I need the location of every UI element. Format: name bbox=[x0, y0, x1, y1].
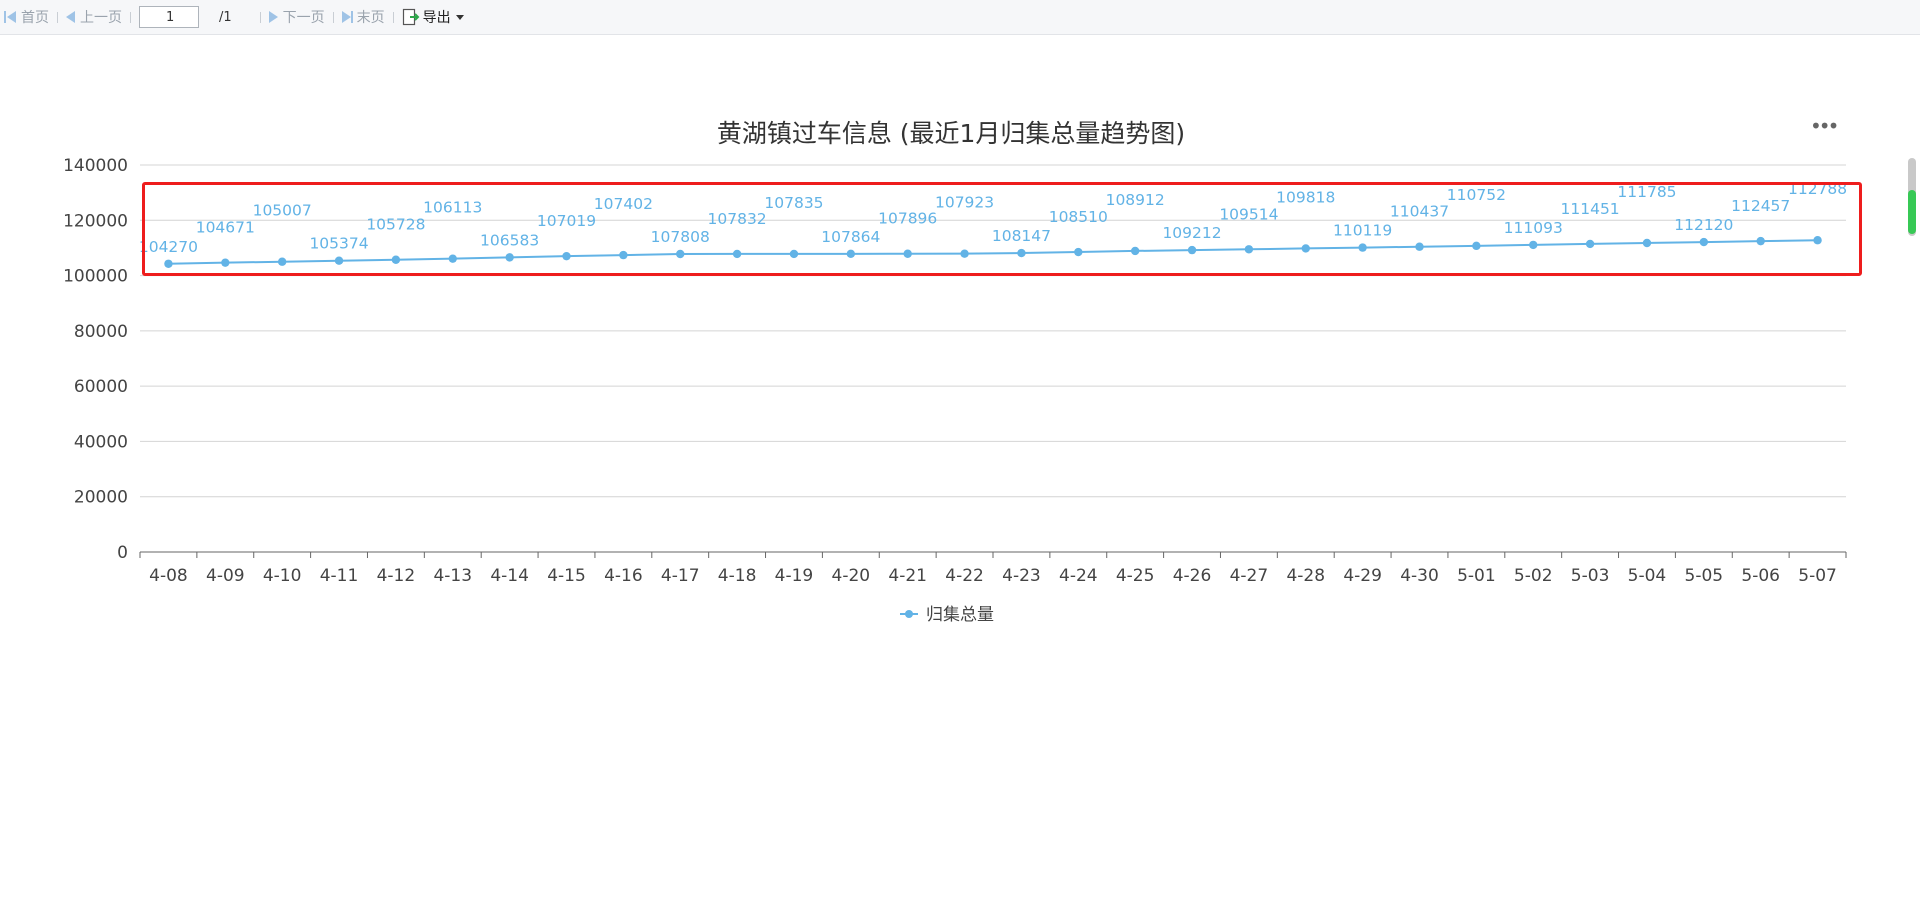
x-axis: 4-08 4-09 4-10 4-11 4-12 4-13 4-14 4-15 4-16 4-17… bbox=[139, 552, 1847, 586]
x-tick-label: 4-18 bbox=[718, 566, 757, 586]
y-tick-label: 140000 bbox=[63, 156, 128, 176]
x-tick-label: 5-07 bbox=[1798, 566, 1837, 586]
y-tick-label: 80000 bbox=[74, 322, 128, 342]
x-tick-label: 5-03 bbox=[1571, 566, 1610, 586]
x-tick-label: 4-25 bbox=[1116, 566, 1155, 586]
x-tick-label: 4-10 bbox=[263, 566, 302, 586]
line-chart: 020000400006000080000100000120000140000 … bbox=[63, 156, 1847, 625]
x-tick-label: 4-23 bbox=[1002, 566, 1041, 586]
y-tick-label: 100000 bbox=[63, 267, 128, 287]
y-tick-label: 40000 bbox=[74, 432, 128, 452]
x-tick-label: 5-05 bbox=[1685, 566, 1724, 586]
x-tick-label: 4-13 bbox=[433, 566, 472, 586]
x-tick-label: 4-14 bbox=[490, 566, 529, 586]
x-tick-label: 4-15 bbox=[547, 566, 586, 586]
x-tick-label: 4-08 bbox=[149, 566, 188, 586]
x-tick-label: 4-19 bbox=[775, 566, 814, 586]
x-tick-label: 5-02 bbox=[1514, 566, 1553, 586]
x-tick-label: 5-01 bbox=[1457, 566, 1496, 586]
x-tick-label: 5-04 bbox=[1628, 566, 1667, 586]
y-tick-label: 120000 bbox=[63, 211, 128, 231]
legend[interactable]: 归集总量 bbox=[900, 605, 994, 625]
highlight-box bbox=[142, 182, 1862, 276]
y-tick-label: 60000 bbox=[74, 377, 128, 397]
legend-label: 归集总量 bbox=[926, 605, 994, 625]
x-tick-label: 4-30 bbox=[1400, 566, 1439, 586]
x-tick-label: 4-22 bbox=[945, 566, 984, 586]
x-tick-label: 4-24 bbox=[1059, 566, 1098, 586]
y-axis: 0 20000 40000 60000 80000 100000 120000 140000 bbox=[63, 156, 128, 563]
x-tick-label: 5-06 bbox=[1741, 566, 1780, 586]
y-tick-label: 20000 bbox=[74, 488, 128, 508]
x-tick-label: 4-28 bbox=[1286, 566, 1325, 586]
x-tick-label: 4-21 bbox=[888, 566, 927, 586]
x-tick-label: 4-20 bbox=[832, 566, 871, 586]
x-tick-label: 4-17 bbox=[661, 566, 700, 586]
legend-dot-icon bbox=[905, 610, 913, 618]
x-tick-label: 4-12 bbox=[377, 566, 416, 586]
x-tick-label: 4-27 bbox=[1230, 566, 1269, 586]
x-tick-label: 4-26 bbox=[1173, 566, 1212, 586]
x-tick-label: 4-09 bbox=[206, 566, 245, 586]
x-tick-label: 4-29 bbox=[1343, 566, 1382, 586]
y-tick-label: 0 bbox=[117, 543, 128, 563]
x-tick-label: 4-16 bbox=[604, 566, 643, 586]
x-tick-label: 4-11 bbox=[320, 566, 359, 586]
